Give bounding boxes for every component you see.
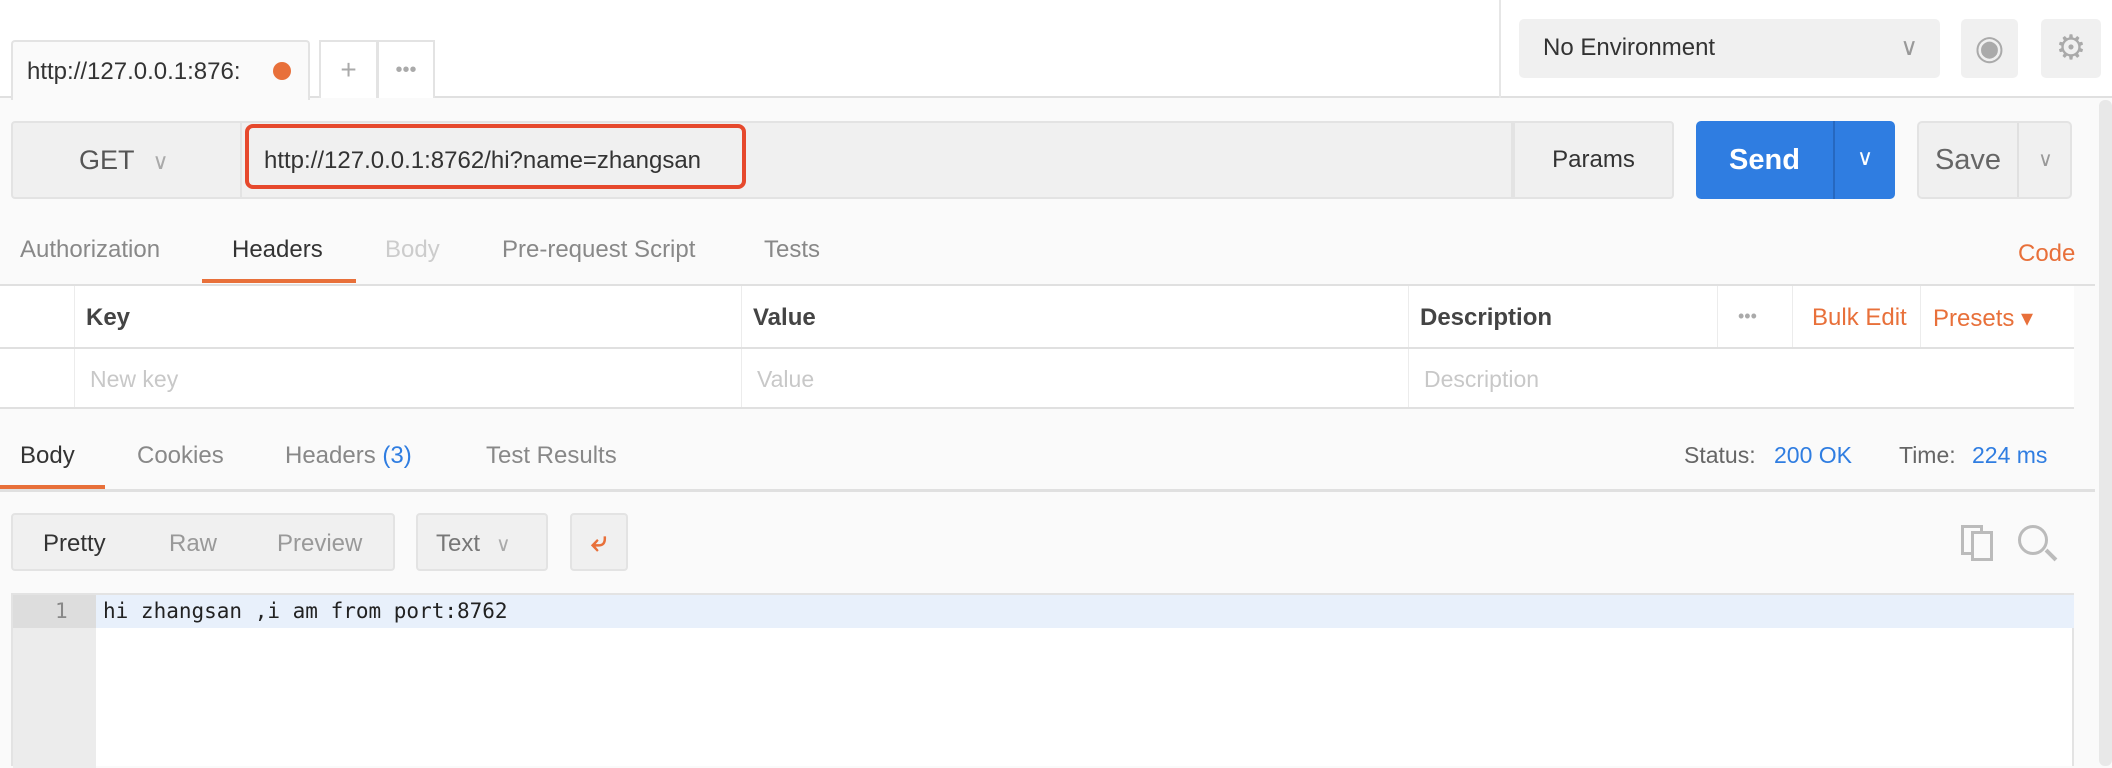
- method-label: GET: [79, 145, 135, 175]
- response-tab-body[interactable]: Body: [20, 442, 75, 470]
- wrap-lines-icon[interactable]: ⤶: [570, 513, 628, 571]
- method-select[interactable]: GET ∨: [11, 121, 242, 199]
- gear-icon[interactable]: ⚙: [2041, 19, 2101, 78]
- unsaved-dot-icon: [273, 62, 291, 80]
- divider: [1499, 0, 1501, 98]
- request-tab[interactable]: http://127.0.0.1:876:: [11, 40, 310, 100]
- response-body-editor[interactable]: 1 hi zhangsan ,i am from port:8762: [11, 593, 2074, 768]
- send-dropdown-chevron-icon[interactable]: ∨: [1835, 121, 1895, 195]
- url-highlight-box: [245, 124, 746, 189]
- tab-tests[interactable]: Tests: [764, 236, 820, 264]
- send-button[interactable]: Send ∨: [1696, 121, 1895, 199]
- code-line: hi zhangsan ,i am from port:8762: [103, 599, 508, 623]
- tab-more-button[interactable]: •••: [378, 40, 435, 98]
- value-input[interactable]: Value: [757, 366, 814, 393]
- response-type-label: Text: [436, 530, 481, 557]
- status-value: 200 OK: [1774, 442, 1852, 468]
- environment-select[interactable]: No Environment ∨: [1519, 19, 1940, 78]
- environment-label: No Environment: [1543, 34, 1716, 61]
- new-tab-button[interactable]: +: [319, 40, 378, 98]
- scrollbar[interactable]: [2099, 100, 2112, 766]
- column-value: Value: [753, 304, 816, 331]
- column-description: Description: [1420, 304, 1553, 331]
- search-icon[interactable]: [2018, 525, 2058, 565]
- mode-pretty[interactable]: Pretty: [43, 530, 106, 558]
- new-key-input[interactable]: New key: [90, 366, 178, 393]
- more-icon[interactable]: •••: [1738, 306, 1757, 327]
- chevron-down-icon: ∨: [1900, 34, 1918, 61]
- format-mode-group: Pretty Raw Preview: [11, 513, 395, 571]
- chevron-down-icon: ∨: [496, 534, 511, 556]
- tab-pre-request-script[interactable]: Pre-request Script: [502, 236, 695, 264]
- request-tab-title: http://127.0.0.1:876:: [27, 58, 241, 85]
- mode-preview[interactable]: Preview: [277, 530, 362, 558]
- response-tab-cookies[interactable]: Cookies: [137, 442, 224, 470]
- save-dropdown-chevron-icon[interactable]: ∨: [2019, 123, 2072, 197]
- copy-icon[interactable]: [1961, 525, 1996, 561]
- send-label: Send: [1729, 144, 1800, 176]
- headers-label: Headers: [285, 442, 376, 469]
- params-button[interactable]: Params: [1513, 121, 1674, 199]
- eye-icon[interactable]: ◉: [1961, 19, 2018, 78]
- response-tab-headers[interactable]: Headers (3): [285, 442, 412, 470]
- headers-count: (3): [382, 442, 412, 469]
- tab-headers[interactable]: Headers: [232, 236, 323, 264]
- line-number: 1: [55, 599, 68, 623]
- chevron-down-icon: ∨: [152, 149, 169, 174]
- status-label: Status:: [1684, 442, 1756, 468]
- tab-authorization[interactable]: Authorization: [20, 236, 160, 264]
- code-link[interactable]: Code: [2018, 240, 2075, 268]
- response-tab-test-results[interactable]: Test Results: [486, 442, 617, 470]
- presets-dropdown[interactable]: Presets ▾: [1933, 304, 2033, 333]
- time-label: Time:: [1899, 442, 1956, 468]
- bulk-edit-link[interactable]: Bulk Edit: [1812, 304, 1907, 332]
- tab-body[interactable]: Body: [385, 236, 440, 264]
- time-value: 224 ms: [1972, 442, 2048, 468]
- active-tab-indicator: [202, 279, 356, 283]
- save-button[interactable]: Save ∨: [1917, 121, 2072, 199]
- mode-raw[interactable]: Raw: [169, 530, 217, 558]
- column-key: Key: [86, 304, 131, 331]
- response-type-select[interactable]: Text ∨: [416, 513, 548, 571]
- description-input[interactable]: Description: [1424, 366, 1539, 393]
- save-label: Save: [1934, 144, 2002, 176]
